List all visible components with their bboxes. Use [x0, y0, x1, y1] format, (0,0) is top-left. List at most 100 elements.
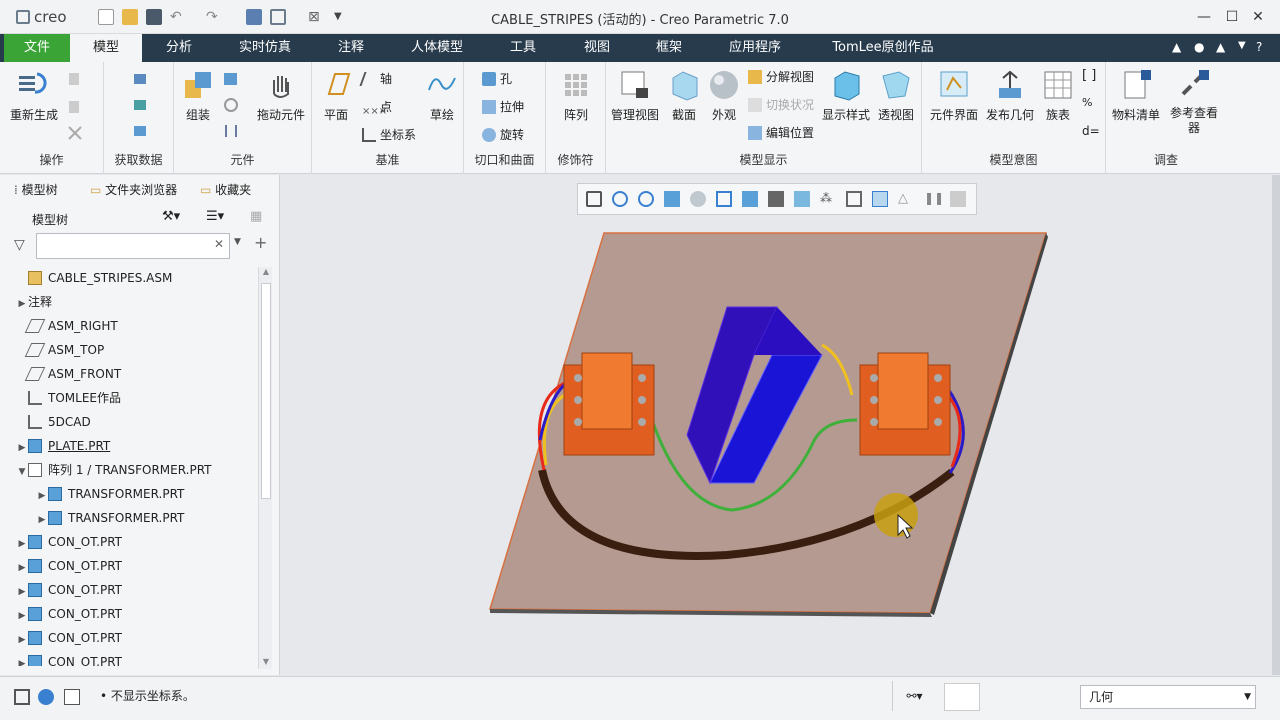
tab-model[interactable]: 模型 [70, 34, 142, 62]
view-manager-icon[interactable] [742, 191, 758, 207]
manage-views-button[interactable]: 管理视图 [610, 68, 660, 123]
tab-tools[interactable]: 工具 [494, 34, 552, 62]
group-label-cut-surface[interactable]: 切口和曲面 [464, 151, 545, 168]
perspective-view-icon[interactable] [768, 191, 784, 207]
point-button[interactable]: ×××点 [362, 98, 392, 120]
tree-row[interactable]: ASM_FRONT [16, 362, 121, 386]
new-file-icon[interactable] [98, 9, 114, 25]
selection-filter-dropdown[interactable]: 几何 ▼ [1080, 685, 1256, 709]
display-style-button[interactable]: 显示样式 [820, 68, 872, 123]
csys-button[interactable]: 坐标系 [362, 126, 416, 143]
selection-filter-icon[interactable] [944, 683, 980, 711]
tree-row[interactable]: ▶ 注释 [16, 290, 52, 314]
hole-button[interactable]: 孔 [482, 70, 512, 87]
graphics-viewport[interactable]: ⁂ △ ❚❚ [282, 175, 1272, 675]
paste-icon[interactable] [66, 98, 84, 116]
section-button[interactable]: 截面 [664, 68, 704, 123]
undo-icon[interactable]: ↶ [170, 9, 186, 25]
group-label-get-data[interactable]: 获取数据 [104, 151, 173, 168]
group-label-model-intent[interactable]: 模型意图 [922, 151, 1105, 168]
publish-geometry-button[interactable]: 发布几何 [982, 68, 1038, 123]
tree-row[interactable]: ▶ CON_OT.PRT [16, 578, 122, 602]
expand-right-icon[interactable]: ▶ [16, 556, 28, 580]
appearance-button[interactable]: 外观 [704, 68, 744, 123]
tree-row[interactable]: ▶ CON_OT.PRT [16, 530, 122, 554]
tab-tomlee[interactable]: TomLee原创作品 [820, 34, 946, 62]
perspective-button[interactable]: 透视图 [876, 68, 916, 123]
sketch-button[interactable]: 草绘 [424, 68, 460, 123]
tree-scrollbar[interactable]: ▲ ▼ [258, 267, 272, 669]
browser-icon[interactable] [38, 689, 54, 705]
tree-row[interactable]: ▶ TRANSFORMER.PRT [36, 506, 184, 530]
expand-right-icon[interactable]: ▶ [16, 436, 28, 460]
tab-file[interactable]: 文件 [4, 34, 70, 62]
drag-component-button[interactable]: 拖动元件 [254, 68, 308, 123]
tab-simulation[interactable]: 实时仿真 [228, 34, 302, 62]
copy-icon[interactable] [66, 70, 84, 88]
group-label-model-display[interactable]: 模型显示 [606, 151, 921, 168]
regenerate-button[interactable]: 重新生成 [6, 68, 62, 123]
expand-right-icon[interactable]: ▶ [16, 652, 28, 666]
tree-row[interactable]: ▶ PLATE.PRT [16, 434, 110, 458]
tab-model-tree[interactable]: ⁞ 模型树 [14, 181, 58, 198]
show-navigator-icon[interactable] [14, 689, 30, 705]
collapse-ribbon-icon[interactable]: ▲ [1172, 40, 1181, 54]
tree-row[interactable]: 5DCAD [16, 410, 91, 434]
expand-right-icon[interactable]: ▶ [16, 292, 28, 316]
spin-center-icon[interactable] [872, 191, 888, 207]
tab-manikin[interactable]: 人体模型 [400, 34, 474, 62]
expand-right-icon[interactable]: ▶ [16, 532, 28, 556]
add-filter-icon[interactable]: + [254, 233, 267, 252]
full-screen-icon[interactable] [64, 689, 80, 705]
maximize-button[interactable]: ☐ [1220, 6, 1244, 28]
axis-button[interactable]: 轴 [359, 70, 392, 87]
tab-framework[interactable]: 框架 [640, 34, 698, 62]
find-icon[interactable]: ⚯▾ [892, 681, 936, 711]
tree-row[interactable]: ▶ TRANSFORMER.PRT [36, 482, 184, 506]
revolve-button[interactable]: 旋转 [482, 126, 524, 143]
tree-row[interactable]: ▶ CON_OT.PRT [16, 554, 122, 578]
repeat-icon[interactable] [222, 96, 240, 114]
tree-row[interactable]: ASM_RIGHT [16, 314, 118, 338]
bom-button[interactable]: 物料清单 [1110, 68, 1162, 123]
close-window-icon[interactable]: ⊠ [308, 9, 324, 25]
expand-right-icon[interactable]: ▶ [36, 508, 48, 532]
tab-annotate[interactable]: 注释 [322, 34, 380, 62]
d-equals-icon[interactable]: d= [1082, 124, 1100, 138]
clear-search-icon[interactable]: ✕ [214, 237, 224, 251]
transformer-left[interactable] [563, 352, 655, 456]
tab-folder-browser[interactable]: ▭ 文件夹浏览器 [90, 181, 177, 198]
extrude-button[interactable]: 拉伸 [482, 98, 524, 115]
group-label-investigate[interactable]: 调查 [1106, 151, 1226, 168]
group-label-modifiers[interactable]: 修饰符 [546, 151, 605, 168]
saved-orientations-icon[interactable] [716, 191, 732, 207]
explode-view-button[interactable]: 分解视图 [748, 68, 814, 85]
tree-row[interactable]: ▶ CON_OT.PRT [16, 626, 122, 650]
datum-display-icon[interactable]: ⁂ [820, 191, 836, 207]
group-label-component[interactable]: 元件 [174, 151, 311, 168]
save-icon[interactable] [146, 9, 162, 25]
customize-toolbar-icon[interactable]: ▼ [334, 9, 350, 25]
tree-row[interactable]: ▶ CON_OT.PRT [16, 602, 122, 626]
edit-position-button[interactable]: 编辑位置 [748, 124, 814, 141]
learning-icon[interactable]: ▲ [1216, 40, 1225, 54]
expand-down-icon[interactable]: ▼ [16, 460, 28, 484]
disabled-view-icon[interactable] [950, 191, 966, 207]
tree-row[interactable]: ▼ 阵列 1 / TRANSFORMER.PRT [16, 458, 211, 482]
tab-favorites[interactable]: ▭ 收藏夹 [200, 181, 251, 198]
user-defined-feature-icon[interactable] [132, 70, 150, 88]
component-interface-button[interactable]: 元件界面 [926, 68, 982, 123]
options-dropdown-icon[interactable]: ▼ [1238, 40, 1246, 51]
expand-right-icon[interactable]: ▶ [16, 628, 28, 652]
expand-right-icon[interactable]: ▶ [36, 484, 48, 508]
pattern-button[interactable]: 阵列 [556, 68, 596, 123]
tree-search-input[interactable] [36, 233, 230, 259]
scroll-up-icon[interactable]: ▲ [260, 267, 272, 279]
group-label-operations[interactable]: 操作 [0, 151, 103, 168]
zoom-out-icon[interactable] [638, 191, 654, 207]
annotation-display-icon[interactable] [846, 191, 862, 207]
pause-icon[interactable]: ❚❚ [924, 191, 944, 207]
copy-geometry-icon[interactable] [132, 96, 150, 114]
mirror-component-icon[interactable] [222, 122, 240, 140]
tree-row[interactable]: ▶ CON_OT.PRT [16, 650, 122, 666]
